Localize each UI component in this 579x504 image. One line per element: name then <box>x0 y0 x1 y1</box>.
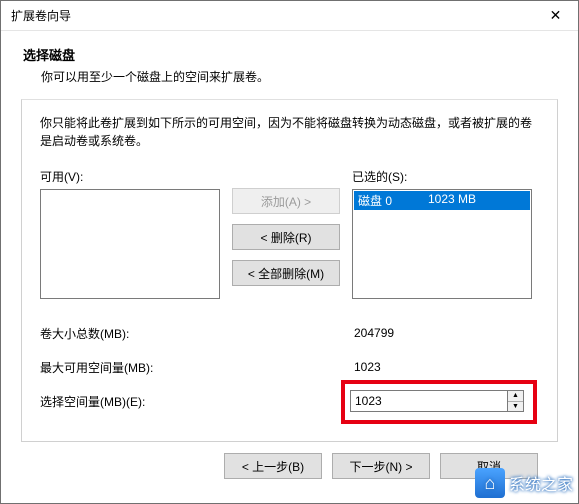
max-size-value: 1023 <box>350 358 518 376</box>
max-size-row: 最大可用空间量(MB): 1023 <box>40 355 539 379</box>
wizard-window: 扩展卷向导 ✕ 选择磁盘 你可以用至少一个磁盘上的空间来扩展卷。 你只能将此卷扩… <box>0 0 579 504</box>
title-bar: 扩展卷向导 ✕ <box>1 1 578 31</box>
transfer-buttons: 添加(A) > < 删除(R) < 全部删除(M) <box>232 188 340 286</box>
available-column: 可用(V): <box>40 168 220 299</box>
page-heading: 选择磁盘 <box>23 45 558 64</box>
disk-lists: 可用(V): 添加(A) > < 删除(R) < 全部删除(M) 已选的(S):… <box>40 168 539 299</box>
page-subheading: 你可以用至少一个磁盘上的空间来扩展卷。 <box>41 68 558 85</box>
window-title: 扩展卷向导 <box>11 7 71 24</box>
add-button: 添加(A) > <box>232 188 340 214</box>
remove-all-button[interactable]: < 全部删除(M) <box>232 260 340 286</box>
total-size-row: 卷大小总数(MB): 204799 <box>40 321 539 345</box>
next-button[interactable]: 下一步(N) > <box>332 453 430 479</box>
wizard-footer: < 上一步(B) 下一步(N) > 取消 <box>21 442 558 490</box>
close-button[interactable]: ✕ <box>533 1 578 31</box>
remove-button[interactable]: < 删除(R) <box>232 224 340 250</box>
selected-column: 已选的(S): 磁盘 01023 MB <box>352 168 532 299</box>
close-icon: ✕ <box>550 7 562 24</box>
content-area: 选择磁盘 你可以用至少一个磁盘上的空间来扩展卷。 你只能将此卷扩展到如下所示的可… <box>1 31 578 504</box>
available-listbox[interactable] <box>40 189 220 299</box>
select-size-input[interactable] <box>350 390 508 412</box>
spinner-up[interactable]: ▲ <box>508 391 523 402</box>
size-fields: 卷大小总数(MB): 204799 最大可用空间量(MB): 1023 选择空间… <box>40 321 539 413</box>
select-size-label: 选择空间量(MB)(E): <box>40 393 350 410</box>
spinner-down[interactable]: ▼ <box>508 402 523 412</box>
available-label: 可用(V): <box>40 168 220 185</box>
total-size-value: 204799 <box>350 324 518 342</box>
group-description: 你只能将此卷扩展到如下所示的可用空间，因为不能将磁盘转换为动态磁盘，或者被扩展的… <box>40 114 539 150</box>
selected-listbox[interactable]: 磁盘 01023 MB <box>352 189 532 299</box>
total-size-label: 卷大小总数(MB): <box>40 325 350 342</box>
selected-label: 已选的(S): <box>352 168 532 185</box>
list-item[interactable]: 磁盘 01023 MB <box>354 191 530 210</box>
select-size-spinner[interactable]: ▲ ▼ <box>508 390 524 412</box>
cancel-button[interactable]: 取消 <box>440 453 538 479</box>
select-size-row: 选择空间量(MB)(E): ▲ ▼ <box>40 389 539 413</box>
options-group: 你只能将此卷扩展到如下所示的可用空间，因为不能将磁盘转换为动态磁盘，或者被扩展的… <box>21 99 558 442</box>
back-button[interactable]: < 上一步(B) <box>224 453 322 479</box>
max-size-label: 最大可用空间量(MB): <box>40 359 350 376</box>
